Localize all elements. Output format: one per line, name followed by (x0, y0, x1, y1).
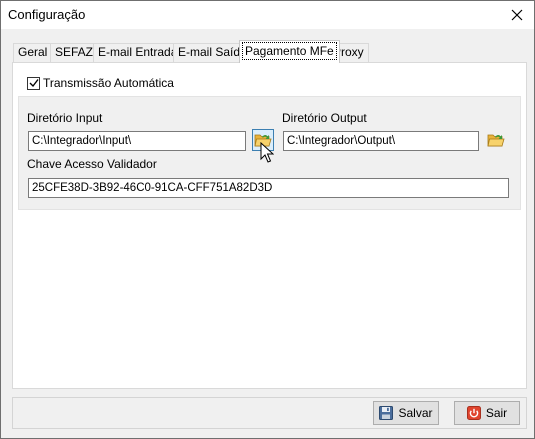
tab-email-entrada[interactable]: E-mail Entrada (93, 43, 183, 62)
tab-pagamento-mfe[interactable]: Pagamento MFe (239, 40, 340, 63)
tab-label: SEFAZ (55, 45, 94, 59)
save-button[interactable]: Salvar (373, 401, 439, 425)
tab-panel-pagamento-mfe: Transmissão Automática Diretório Input C… (12, 62, 527, 389)
exit-label: Sair (485, 406, 508, 420)
auto-transmission-checkbox[interactable]: Transmissão Automática (27, 76, 174, 90)
browse-output-button[interactable] (485, 129, 507, 151)
tab-label: Pagamento MFe (242, 42, 337, 60)
checkbox-box[interactable] (27, 76, 40, 90)
tab-label: Geral (18, 45, 48, 59)
tab-label: E-mail Entrada (98, 45, 178, 59)
tab-sefaz[interactable]: SEFAZ (50, 43, 99, 62)
folder-open-icon (487, 134, 505, 147)
save-label: Salvar (398, 406, 433, 420)
tab-label: E-mail Saída (178, 45, 247, 59)
output-dir-label: Diretório Output (282, 111, 367, 125)
power-icon (466, 406, 481, 420)
checkmark-icon (29, 79, 39, 88)
configuracao-window: Configuração Geral SEFAZ E-mail Entrada … (0, 0, 535, 439)
auto-transmission-label: Transmissão Automática (43, 76, 174, 90)
input-dir-label: Diretório Input (27, 111, 103, 125)
exit-button[interactable]: Sair (454, 401, 520, 425)
validator-key-field[interactable]: 25CFE38D-3B92-46C0-91CA-CFF751A82D3D (28, 178, 509, 198)
validator-key-label: Chave Acesso Validador (27, 157, 157, 171)
tab-geral[interactable]: Geral (13, 43, 53, 62)
mouse-cursor-icon (260, 142, 274, 163)
input-dir-field[interactable]: C:\Integrador\Input\ (28, 131, 246, 151)
floppy-disk-icon (379, 406, 394, 420)
output-dir-field[interactable]: C:\Integrador\Output\ (283, 131, 479, 151)
window-title: Configuração (8, 7, 86, 22)
footer-bar (12, 397, 527, 429)
title-bar[interactable]: Configuração (1, 1, 534, 29)
close-icon (511, 9, 523, 21)
close-button[interactable] (500, 1, 534, 29)
